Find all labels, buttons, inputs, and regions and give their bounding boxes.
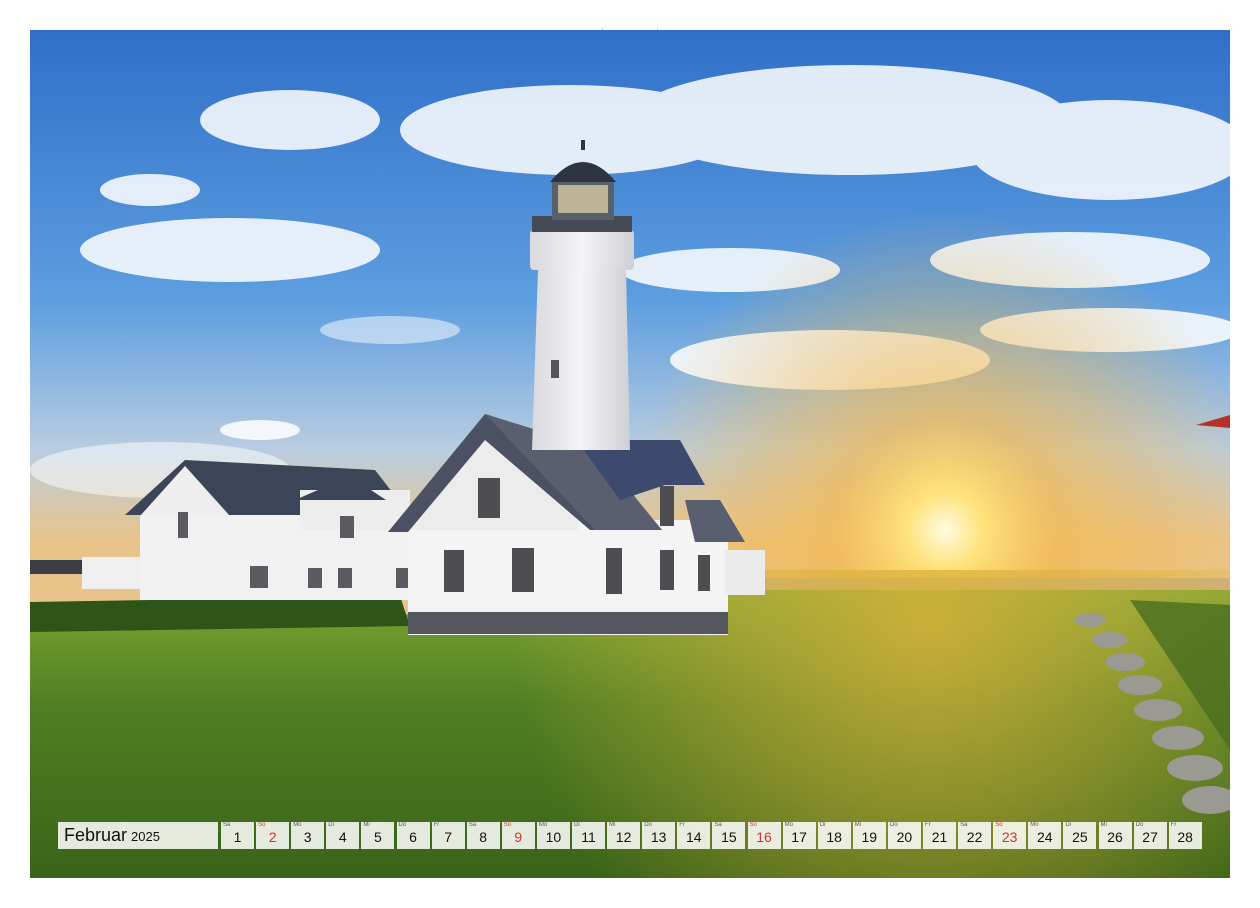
weekday-label: Do [1136,822,1144,829]
weekday-label: Mo [293,822,301,829]
day-number: 20 [888,829,921,845]
weekday-label: Mo [785,822,793,829]
day-cell: So2 [256,822,289,849]
weekday-label: Di [574,822,580,829]
day-cell: Sa15 [712,822,745,849]
day-number: 8 [467,829,500,845]
calendar-strip: Februar2025 Sa1So2Mo3Di4Mi5Do6Fr7Sa8So9M… [58,822,1204,849]
day-cell: Mi12 [607,822,640,849]
day-number: 7 [432,829,465,845]
day-number: 22 [958,829,991,845]
weekday-label: Mi [363,822,369,829]
weekday-label: Mo [1030,822,1038,829]
day-number: 2 [256,829,289,845]
day-cell: Do13 [642,822,675,849]
weekday-label: So [750,822,757,829]
day-number: 16 [748,829,781,845]
day-number: 6 [397,829,430,845]
lighthouse-photo [30,30,1230,878]
day-number: 17 [783,829,816,845]
weekday-label: Sa [469,822,476,829]
day-cell: Sa22 [958,822,991,849]
weekday-label: Mo [539,822,547,829]
weekday-label: Di [1065,822,1071,829]
weekday-label: Mi [609,822,615,829]
weekday-label: Sa [714,822,721,829]
month-label: Februar 2025 [58,822,218,849]
day-number: 5 [361,829,394,845]
day-number: 24 [1028,829,1061,845]
day-cell: Mi26 [1099,822,1132,849]
weekday-label: So [258,822,265,829]
day-number: 23 [993,829,1026,845]
day-number: 28 [1169,829,1202,845]
day-cell: Do6 [397,822,430,849]
weekday-label: Di [328,822,334,829]
day-number: 19 [853,829,886,845]
weekday-label: So [995,822,1002,829]
day-number: 10 [537,829,570,845]
day-cell: Do27 [1134,822,1167,849]
day-cell: Di4 [326,822,359,849]
day-cell: So23 [993,822,1026,849]
weekday-label: Fr [925,822,931,829]
weekday-label: Mi [1101,822,1107,829]
day-cell: Sa8 [467,822,500,849]
month-year: 2025 [131,829,160,844]
weekday-label: Sa [960,822,967,829]
weekday-label: Mi [855,822,861,829]
day-cell: Mo17 [783,822,816,849]
day-number: 27 [1134,829,1167,845]
day-number: 1 [221,829,254,845]
day-cell: Di25 [1063,822,1096,849]
weekday-label: Sa [223,822,230,829]
day-number: 13 [642,829,675,845]
day-number: 26 [1099,829,1132,845]
weekday-label: Do [644,822,652,829]
day-cell: So9 [502,822,535,849]
day-number: 25 [1063,829,1096,845]
day-number: 3 [291,829,324,845]
weekday-label: Do [890,822,898,829]
day-cell: Fr7 [432,822,465,849]
lighthouse-scene [30,30,1230,878]
day-cell: Mo24 [1028,822,1061,849]
day-number: 9 [502,829,535,845]
weekday-label: Fr [434,822,440,829]
day-number: 12 [607,829,640,845]
day-cell: Fr28 [1169,822,1202,849]
day-cell: Mi19 [853,822,886,849]
day-cell: Mi5 [361,822,394,849]
weekday-label: Fr [679,822,685,829]
day-cell: Mo10 [537,822,570,849]
day-number: 11 [572,829,605,845]
day-number: 18 [818,829,851,845]
weekday-label: Fr [1171,822,1177,829]
weekday-label: Do [399,822,407,829]
day-cell: Do20 [888,822,921,849]
day-cell: Fr14 [677,822,710,849]
day-cell: Mo3 [291,822,324,849]
day-cell: So16 [748,822,781,849]
day-cell: Di11 [572,822,605,849]
day-cell: Di18 [818,822,851,849]
day-cell: Sa1 [221,822,254,849]
day-number: 14 [677,829,710,845]
day-number: 21 [923,829,956,845]
weekday-label: Di [820,822,826,829]
day-number: 4 [326,829,359,845]
weekday-label: So [504,822,511,829]
day-number: 15 [712,829,745,845]
month-name: Februar [64,825,127,845]
day-cell: Fr21 [923,822,956,849]
